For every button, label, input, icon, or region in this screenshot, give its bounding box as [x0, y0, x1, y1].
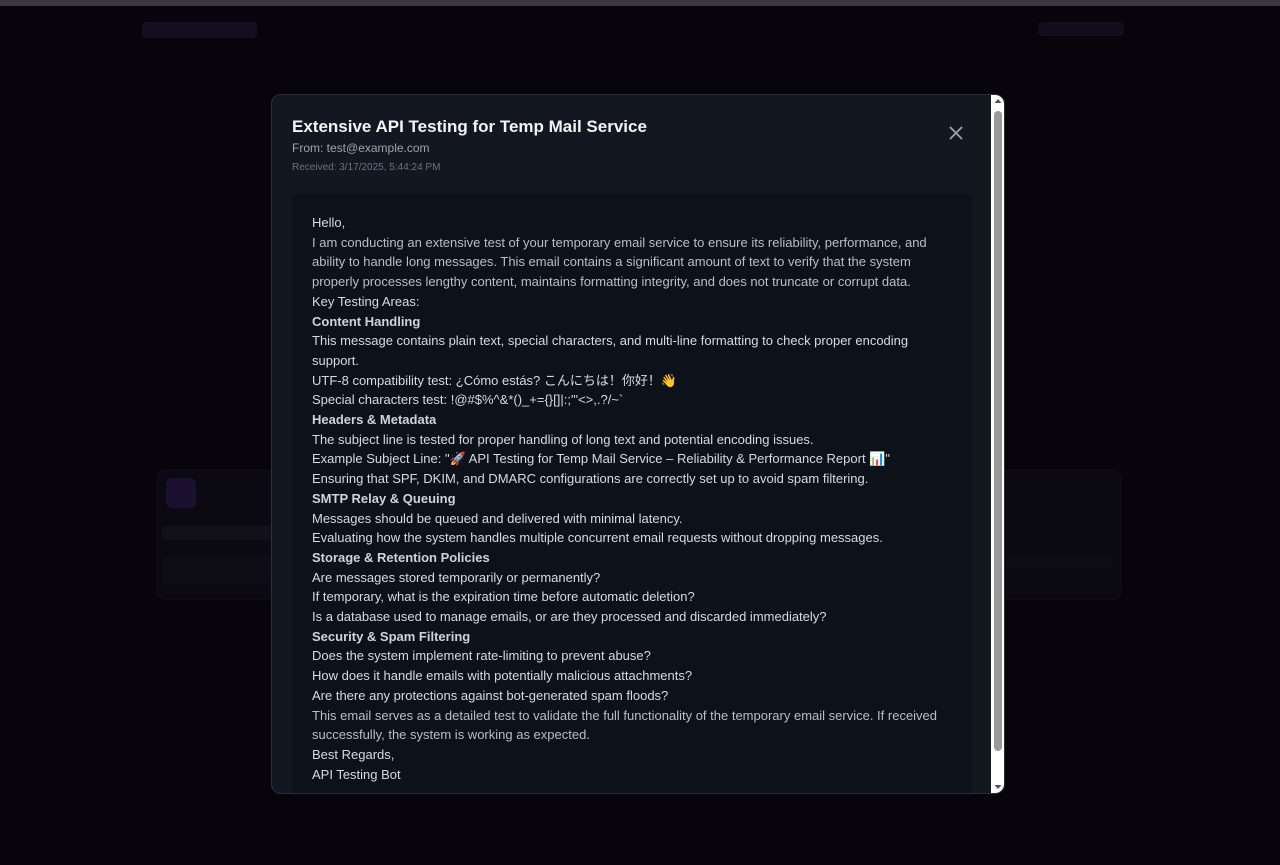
modal-scrollbar[interactable] — [991, 95, 1004, 793]
body-text-line: How does it handle emails with potential… — [312, 668, 693, 684]
body-example-subject-line: Example Subject Line: "🚀 API Testing for… — [312, 451, 890, 467]
scroll-down-button[interactable] — [991, 781, 1004, 793]
body-text-line: The subject line is tested for proper ha… — [312, 431, 814, 447]
background-card-icon — [166, 478, 196, 508]
body-section-intro: Key Testing Areas: — [312, 293, 420, 309]
body-text-line: Are messages stored temporarily or perma… — [312, 569, 601, 585]
body-heading-content-handling: Content Handling — [312, 313, 421, 329]
body-utf8-test-line: UTF-8 compatibility test: ¿Cómo estás? こ… — [312, 372, 678, 388]
body-text-line: support. — [312, 352, 359, 368]
body-text-line: Does the system implement rate-limiting … — [312, 648, 651, 664]
body-closing-paragraph: successfully, the system is working as e… — [312, 727, 590, 743]
body-paragraph-line: I am conducting an extensive test of you… — [312, 234, 927, 250]
scroll-up-button[interactable] — [991, 95, 1004, 107]
email-sender: From: test@example.com — [292, 141, 430, 155]
body-heading-smtp-relay: SMTP Relay & Queuing — [312, 490, 456, 506]
body-closing-paragraph: This email serves as a detailed test to … — [312, 707, 938, 723]
body-heading-storage-retention: Storage & Retention Policies — [312, 549, 490, 565]
body-text-line: Messages should be queued and delivered … — [312, 510, 683, 526]
close-button[interactable] — [944, 121, 968, 145]
body-text-line: Evaluating how the system handles multip… — [312, 530, 883, 546]
background-card-title — [162, 526, 272, 540]
scrollbar-thumb[interactable] — [994, 111, 1002, 751]
email-view-modal: Extensive API Testing for Temp Mail Serv… — [271, 94, 1005, 794]
body-text-line: Ensuring that SPF, DKIM, and DMARC confi… — [312, 471, 869, 487]
body-heading-headers-metadata: Headers & Metadata — [312, 412, 437, 428]
body-text-line: If temporary, what is the expiration tim… — [312, 589, 695, 605]
body-signature: API Testing Bot — [312, 766, 401, 782]
body-paragraph-line: ability to handle long messages. This em… — [312, 254, 911, 270]
body-text-line: Are there any protections against bot-ge… — [312, 687, 669, 703]
email-body: Hello, I am conducting an extensive test… — [292, 193, 972, 793]
body-text-line: Is a database used to manage emails, or … — [312, 609, 827, 625]
email-subject: Extensive API Testing for Temp Mail Serv… — [292, 117, 647, 136]
body-heading-security-spam: Security & Spam Filtering — [312, 628, 471, 644]
background-card-text-right — [1006, 556, 1112, 568]
body-greeting: Hello, — [312, 215, 346, 230]
scroll-down-arrow-icon — [994, 785, 1002, 789]
background-logo — [142, 22, 257, 38]
body-paragraph-line: properly processes lengthy content, main… — [312, 274, 911, 290]
email-received-time: Received: 3/17/2025, 5:44:24 PM — [292, 162, 441, 173]
modal-scroll-area[interactable]: Extensive API Testing for Temp Mail Serv… — [272, 95, 991, 793]
background-nav-item — [1038, 22, 1124, 36]
background-card-text — [162, 556, 272, 584]
close-icon — [949, 126, 963, 140]
scroll-up-arrow-icon — [994, 99, 1002, 103]
body-special-chars-line: Special characters test: !@#$%^&*()_+={}… — [312, 392, 624, 408]
body-text-line: This message contains plain text, specia… — [312, 333, 909, 349]
body-sign-off: Best Regards, — [312, 746, 395, 762]
